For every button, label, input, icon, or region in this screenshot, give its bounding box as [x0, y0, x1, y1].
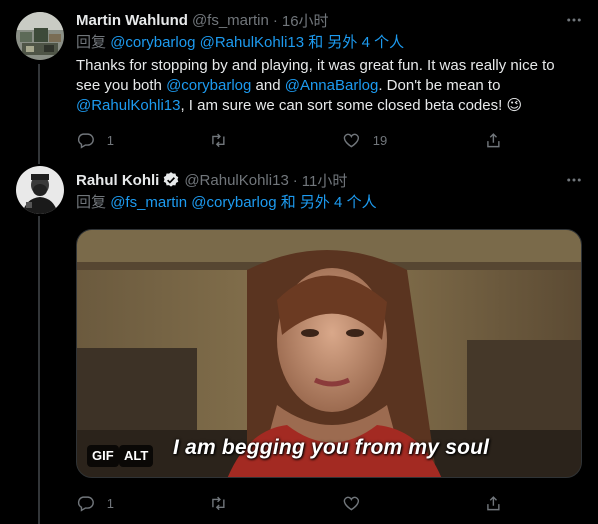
text-segment: and: [251, 77, 285, 94]
author-handle[interactable]: @fs_martin: [192, 12, 269, 29]
text-segment: . Don't be mean to: [378, 77, 501, 94]
author-name[interactable]: Martin Wahlund: [76, 12, 188, 29]
alt-badge[interactable]: ALT: [119, 445, 154, 467]
text-segment: , I am sure we can sort some closed beta…: [180, 97, 523, 114]
tweet-martin[interactable]: Martin Wahlund @fs_martin · 16小时 回复 @cor…: [0, 0, 598, 160]
others-link[interactable]: 和 另外 4 个人: [308, 34, 404, 51]
mention-link[interactable]: @corybarlog: [166, 77, 251, 94]
mention-link[interactable]: @fs_martin: [110, 194, 187, 211]
like-button[interactable]: [342, 493, 373, 513]
avatar-martin[interactable]: [16, 12, 64, 60]
separator-dot: ·: [292, 171, 298, 189]
share-button[interactable]: [484, 130, 503, 150]
like-icon: [343, 133, 360, 148]
replying-to-label: 回复: [76, 34, 107, 51]
retweet-icon: [212, 496, 225, 510]
gif-caption: I am begging you from my soul: [173, 436, 490, 459]
thread-line: [38, 160, 40, 164]
like-button[interactable]: 19: [342, 130, 387, 150]
author-name[interactable]: Rahul Kohli: [76, 172, 159, 189]
tweet-time[interactable]: 16小时: [282, 10, 329, 31]
gif-media[interactable]: I am begging you from my soul GIF ALT: [76, 229, 582, 478]
mention-link[interactable]: @RahulKohli13: [200, 34, 304, 51]
share-button[interactable]: [484, 493, 503, 513]
reply-icon: [77, 133, 94, 149]
reply-count: 1: [106, 132, 114, 148]
replying-to-label: 回复: [76, 194, 107, 211]
verified-icon: [162, 171, 180, 189]
reply-button[interactable]: 1: [76, 493, 114, 513]
retweet-icon: [212, 133, 225, 147]
reply-icon: [77, 496, 94, 512]
replying-to: 回复 @corybarlog @RahulKohli13 和 另外 4 个人: [76, 33, 404, 53]
mention-link[interactable]: @corybarlog: [191, 194, 276, 211]
retweet-button[interactable]: [209, 493, 240, 513]
tweet-header: Martin Wahlund @fs_martin · 16小时: [76, 10, 329, 30]
mention-link[interactable]: @RahulKohli13: [76, 97, 180, 114]
replying-to: 回复 @fs_martin @corybarlog 和 另外 4 个人: [76, 193, 377, 213]
retweet-button[interactable]: [209, 130, 240, 150]
reply-count: 1: [106, 495, 114, 511]
mention-link[interactable]: @AnnaBarlog: [285, 77, 379, 94]
like-count: 19: [372, 132, 388, 148]
action-bar: 1: [76, 493, 582, 513]
more-icon[interactable]: [564, 10, 584, 30]
separator-dot: ·: [272, 11, 278, 29]
avatar-rahul[interactable]: [16, 166, 64, 214]
tweet-text: Thanks for stopping by and playing, it w…: [76, 56, 582, 116]
gif-badge: GIF: [87, 445, 119, 467]
share-icon: [487, 495, 500, 510]
others-link[interactable]: 和 另外 4 个人: [281, 194, 377, 211]
author-handle[interactable]: @RahulKohli13: [184, 172, 288, 189]
share-icon: [487, 132, 500, 147]
like-icon: [343, 496, 360, 511]
thread-line: [38, 64, 40, 160]
tweet-rahul[interactable]: Rahul Kohli @RahulKohli13 · 11小时 回复 @fs_…: [0, 160, 598, 524]
more-icon[interactable]: [564, 170, 584, 190]
tweet-time[interactable]: 11小时: [302, 170, 348, 191]
tweet-header: Rahul Kohli @RahulKohli13 · 11小时: [76, 170, 347, 190]
mention-link[interactable]: @corybarlog: [110, 34, 195, 51]
reply-button[interactable]: 1: [76, 130, 114, 150]
action-bar: 1 19: [76, 130, 582, 150]
thread-line: [38, 216, 40, 524]
